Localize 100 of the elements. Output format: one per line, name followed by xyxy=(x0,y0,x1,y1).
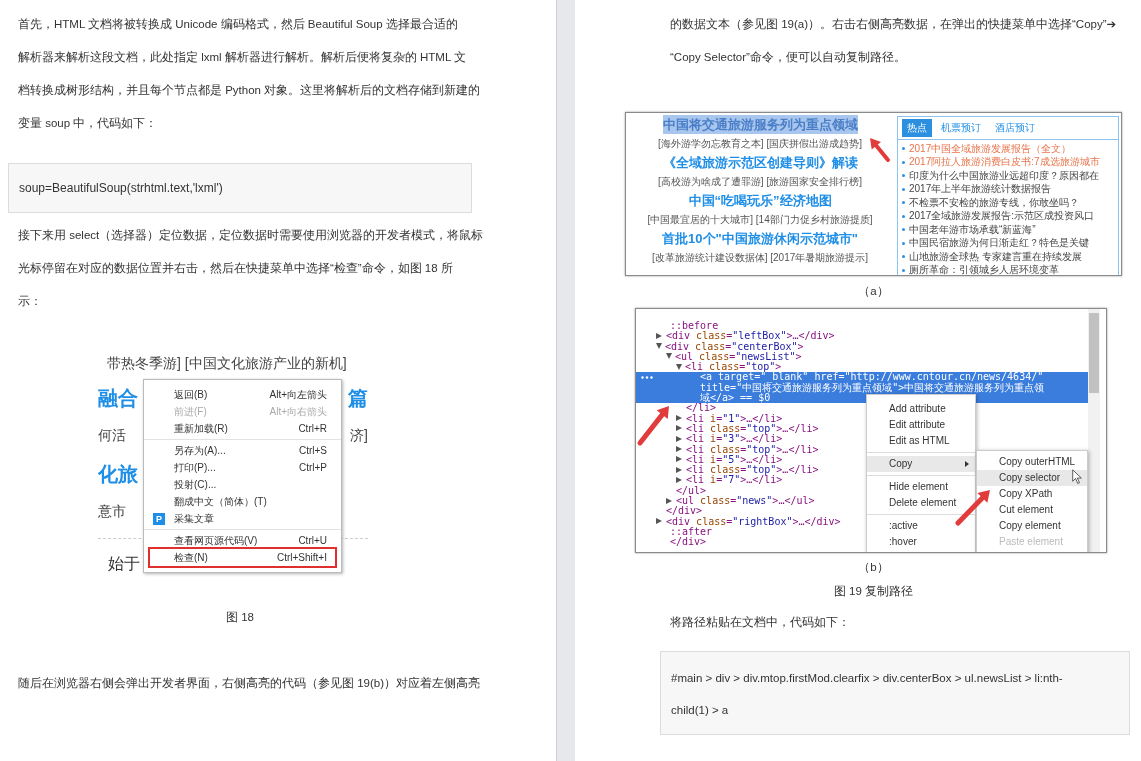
headline-link[interactable]: 中国“吃喝玩乐”经济地图 xyxy=(688,191,832,210)
news-link[interactable]: 2017年上半年旅游统计数据报告 xyxy=(909,182,1052,197)
expand-triangle-icon[interactable] xyxy=(656,343,662,350)
news-link[interactable]: 厕所革命：引领城乡人居环境变革 xyxy=(909,263,1059,275)
expand-triangle-icon[interactable] xyxy=(676,476,682,483)
news-link[interactable]: 中国老年游市场承载“新蓝海” xyxy=(909,222,1036,237)
dom-node[interactable]: <ul class="news">…</ul> xyxy=(676,496,815,507)
page-text: 化旅 xyxy=(98,461,138,487)
news-links[interactable]: [高校游为啥成了遭罪游] [旅游国家安全排行榜] xyxy=(658,172,862,191)
menu-item[interactable]: Copy selector xyxy=(977,470,1087,486)
dom-node[interactable]: <li class="top"> xyxy=(685,362,782,373)
menu-item[interactable]: 打印(P)... Ctrl+P xyxy=(150,459,335,476)
closing-tag: </li> xyxy=(686,403,717,414)
menu-item[interactable]: Delete element xyxy=(889,495,957,511)
figure-caption: （b） xyxy=(857,560,890,575)
menu-item[interactable]: Edit as HTML xyxy=(889,433,950,449)
news-link[interactable]: 中国民宿旅游为何日渐走红？特色是关键 xyxy=(909,236,1089,251)
bullet-icon xyxy=(902,214,905,218)
menu-item[interactable]: Cut element xyxy=(999,502,1053,518)
dom-node[interactable]: <li class="top">…</li> xyxy=(686,444,819,455)
bullet-icon xyxy=(902,187,905,191)
expand-triangle-icon[interactable] xyxy=(656,518,662,525)
dom-node[interactable]: <li i="3">…</li> xyxy=(686,434,783,445)
news-links[interactable]: [改革旅游统计建设数据体] [2017年暑期旅游提示] xyxy=(651,248,869,267)
page-text: 篇 xyxy=(348,385,368,411)
bullet-icon xyxy=(902,228,905,232)
dom-node[interactable]: <li i="1">…</li> xyxy=(686,413,783,424)
expand-triangle-icon[interactable] xyxy=(676,456,682,463)
page-text: 融合 xyxy=(98,385,138,411)
news-link[interactable]: 不检票不安检的旅游专线，你敢坐吗？ xyxy=(909,195,1079,210)
paragraph: 将路径粘贴在文档中，代码如下： xyxy=(670,615,850,630)
dom-node[interactable]: <li class="top">…</li> xyxy=(686,465,819,476)
menu-item[interactable]: 返回(B) Alt+向左箭头 xyxy=(150,386,335,403)
news-link[interactable]: 印度为什么中国旅游业远超印度？原因都在 xyxy=(909,168,1099,183)
more-icon xyxy=(641,376,653,380)
dom-node[interactable]: <li i="5">…</li> xyxy=(686,454,783,466)
dom-node[interactable]: <div class="rightBox">…</div> xyxy=(666,516,841,527)
code-block: soup=BeautifulSoup(strhtml.text,'lxml') xyxy=(8,163,472,213)
news-links[interactable]: [海外游学勿忘教育之本] [国庆拼假出游成趋势] xyxy=(658,134,862,153)
dom-node[interactable]: </div> xyxy=(670,537,707,548)
bullet-icon xyxy=(902,174,905,178)
bullet-icon xyxy=(902,268,905,272)
page-text: 带热冬季游] [中国文化旅游产业的新机] xyxy=(107,355,347,373)
news-links[interactable]: [中国最宜居的十大城市] [14部门力促乡村旅游提质] xyxy=(647,210,873,229)
dom-node[interactable]: ::after xyxy=(670,526,713,538)
expand-triangle-icon[interactable] xyxy=(676,435,682,442)
menu-item[interactable]: 投射(C)... xyxy=(150,476,335,493)
paragraph: 接下来用 select（选择器）定位数据，定位数据时需要使用浏览器的开发者模式，将鼠标 光标停留在对应的数据位置并右击，然后在快捷菜单中选择“检查”命令，如图 18 所 示： xyxy=(18,228,484,309)
dom-node[interactable]: <div class="centerBox"> xyxy=(665,341,804,352)
dom-node[interactable]: ::before xyxy=(670,321,719,332)
menu-item[interactable]: P 采集文章 xyxy=(150,510,335,527)
expand-triangle-icon[interactable] xyxy=(676,466,682,473)
closing-tag: </div> xyxy=(666,506,703,517)
scrollbar-thumb[interactable] xyxy=(1089,313,1099,393)
news-link[interactable]: 2017全域旅游发展报告:示范区成投资风口 xyxy=(909,209,1095,224)
paragraph: 首先，HTML 文档将被转换成 Unicode 编码格式，然后 Beautiful Soup 选择最合适的 解析器来解析这段文档，此处指定 lxml 解析器进行解析。解析后便将复杂的 HTML 文 档转换成树形结构，并且每个节点都是 Python 对象。这里将解析后的文档存储到新建的 变量 soup 中，代码如下： xyxy=(18,17,481,131)
page-text: 何活 xyxy=(98,427,126,445)
mouse-cursor-icon xyxy=(1072,469,1082,485)
menu-item[interactable]: Add attribute xyxy=(889,401,946,417)
expand-triangle-icon[interactable] xyxy=(656,332,662,339)
app-icon: P xyxy=(153,512,165,525)
menu-item[interactable]: 翻成中文（简体）(T) xyxy=(150,493,335,510)
dom-node[interactable]: <a target="_blank" href="http://www.cntour.cn/news/4634/" title="中国将交通旅游服务列为重点领域">中国将交通旅游服务列为重点领域</a> == $0 xyxy=(700,372,1048,404)
dom-node[interactable]: <li i="7">…</li> xyxy=(686,475,783,486)
menu-item[interactable]: Copy outerHTML xyxy=(999,454,1076,470)
expand-triangle-icon[interactable] xyxy=(676,446,682,453)
closing-tag: </ul> xyxy=(676,485,707,497)
tab[interactable]: 机票预订 xyxy=(936,119,986,137)
menu-item[interactable]: Copy xyxy=(867,456,975,472)
news-link[interactable]: 山地旅游全球热 专家建言重在持续发展 xyxy=(909,249,1082,264)
menu-item[interactable]: :hover xyxy=(889,534,917,550)
menu-item[interactable]: Copy element xyxy=(999,518,1061,534)
headline-link[interactable]: 《全域旅游示范区创建导则》解读 xyxy=(662,153,858,172)
menu-item[interactable]: Edit attribute xyxy=(889,417,946,433)
menu-item[interactable]: 查看网页源代码(V) Ctrl+U xyxy=(150,532,335,549)
menu-item[interactable]: Hide element xyxy=(889,479,948,495)
menu-item[interactable]: Copy XPath xyxy=(999,486,1053,502)
page-text: 济] xyxy=(350,427,368,445)
menu-item[interactable]: 另存为(A)... Ctrl+S xyxy=(150,442,335,459)
expand-triangle-icon[interactable] xyxy=(666,353,672,360)
bullet-icon xyxy=(902,241,905,245)
bullet-icon xyxy=(902,201,905,205)
expand-triangle-icon[interactable] xyxy=(666,497,672,504)
expand-triangle-icon[interactable] xyxy=(676,425,682,432)
headline-link[interactable]: 首批10个"中国旅游休闲示范城市" xyxy=(662,229,858,248)
figure-caption: 图 19 复制路径 xyxy=(832,584,915,599)
code-block: #main > div > div.mtop.firstMod.clearfix > div.centerBox > ul.newsList > li:nth- child(1) > a xyxy=(660,651,1130,735)
menu-item[interactable]: :active xyxy=(889,518,918,534)
tab[interactable]: 酒店预订 xyxy=(990,119,1040,137)
paragraph: 的数据文本（参见图 19(a)）。右击右侧高亮数据，在弹出的快捷菜单中选择“Copy”➔ “Copy Selector”命令，便可以自动复制路径。 xyxy=(670,17,1117,65)
menu-item[interactable]: 重新加载(R) Ctrl+R xyxy=(150,420,335,437)
dom-node[interactable]: <div class="leftBox">…</div> xyxy=(666,331,835,342)
menu-item[interactable]: 检查(N) Ctrl+Shift+I xyxy=(150,549,335,566)
expand-triangle-icon[interactable] xyxy=(676,415,682,422)
bullet-icon xyxy=(902,147,905,151)
dom-node[interactable]: <li class="top">…</li> xyxy=(686,423,819,435)
page-text: 意市 xyxy=(98,503,126,521)
paragraph: 随后在浏览器右侧会弹出开发者界面，右侧高亮的代码（参见图 19(b)）对应着左侧高亮 xyxy=(18,676,481,691)
bullet-icon xyxy=(902,160,905,164)
dom-node[interactable]: <ul class="newsList"> xyxy=(675,351,802,363)
